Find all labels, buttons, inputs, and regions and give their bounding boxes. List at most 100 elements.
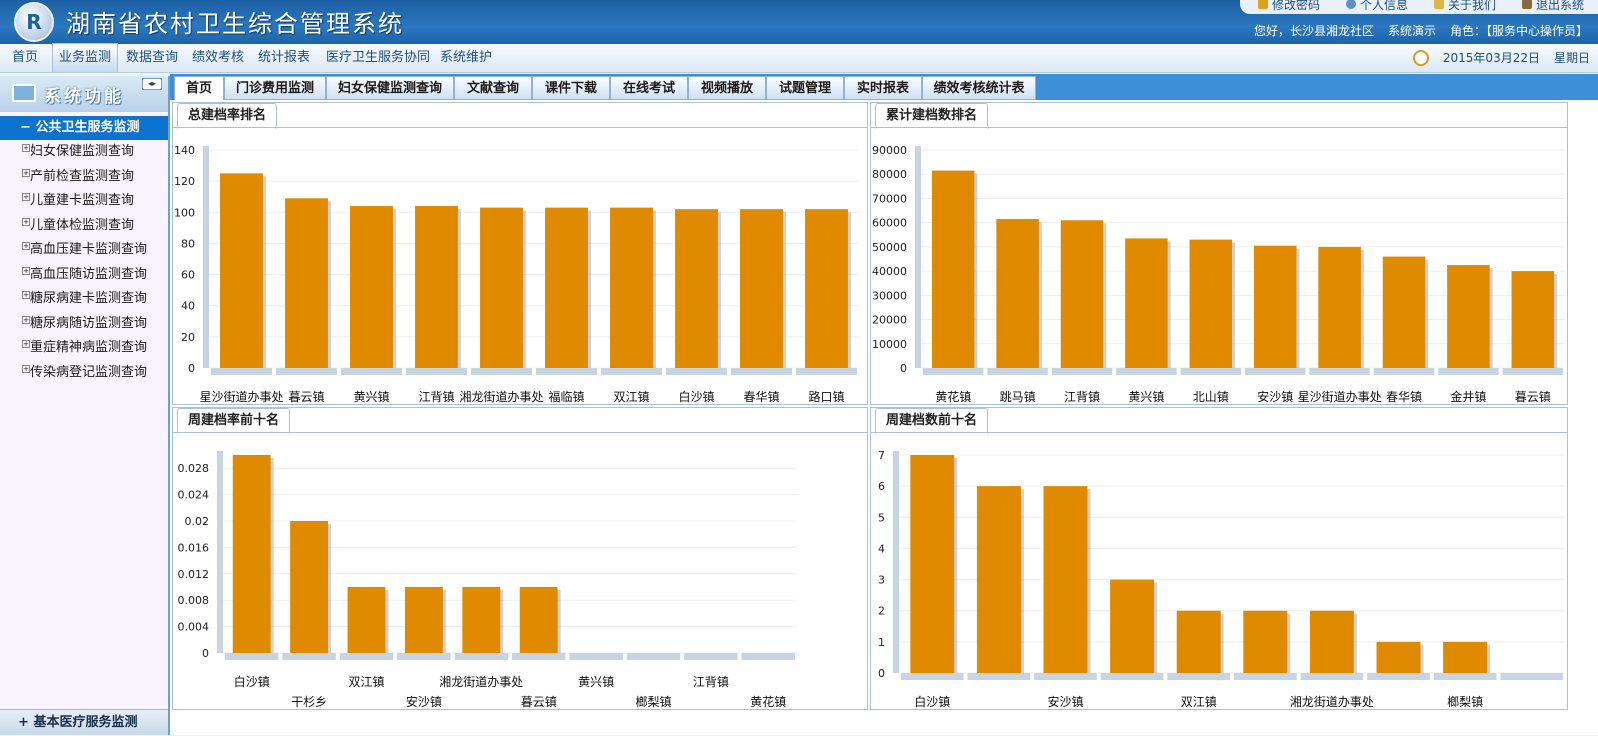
expand-icon: + [22, 364, 30, 373]
logout-link[interactable]: 退出系统 [1521, 0, 1584, 13]
sidebar-item[interactable]: + 产前检查监测查询 [0, 165, 168, 190]
tab-video[interactable]: 视频播放 [688, 76, 766, 100]
sidebar-item[interactable]: + 高血压随访监测查询 [0, 263, 168, 288]
x-axis-floor [987, 368, 1048, 375]
collapse-toggle-icon[interactable]: ◂▸ [142, 78, 162, 90]
bar [415, 206, 458, 368]
system-mode: 系统演示 [1387, 24, 1436, 38]
y-tick-label: 0.02 [185, 515, 210, 528]
sidebar: 系统功能 ◂▸ − 公共卫生服务监测 + 妇女保健监测查询 + 产前检查监测查询 +… [0, 76, 170, 735]
door-icon [1521, 0, 1532, 9]
about-link[interactable]: 关于我们 [1433, 0, 1496, 13]
x-category-label: 白沙镇 [234, 674, 270, 689]
x-axis-floor [406, 368, 467, 375]
tab-question-mgmt[interactable]: 试题管理 [766, 76, 844, 100]
sidebar-group-basic-medical[interactable]: + 基本医疗服务监测 [0, 709, 168, 735]
bar [910, 455, 955, 673]
x-category-label: 黄兴镇 [578, 675, 614, 689]
x-axis-floor [967, 673, 1031, 680]
x-axis-floor [339, 653, 394, 660]
y-tick-label: 0.008 [178, 594, 210, 607]
expand-icon: + [22, 144, 30, 152]
bar [220, 173, 263, 368]
y-tick-label: 10000 [872, 338, 907, 351]
panel-weekly-count: 周建档数前十名 01234567白沙镇干杉乡安沙镇暮云镇双江镇跳马镇湘龙街道办事… [870, 407, 1568, 710]
nav-medical-collab[interactable]: 医疗卫生服务协同 [320, 44, 436, 72]
y-tick-label: 7 [878, 449, 885, 462]
y-tick-label: 120 [174, 175, 195, 188]
x-category-label: 湘龙街道办事处 [459, 389, 543, 404]
app-title: 湖南省农村卫生综合管理系统 [66, 10, 404, 38]
x-category-label: 双江镇 [348, 675, 384, 689]
x-axis-floor [901, 673, 964, 680]
bar [1447, 265, 1490, 368]
x-category-label: 安沙镇 [1257, 389, 1293, 404]
sidebar-group-public-health[interactable]: − 公共卫生服务监测 [0, 116, 168, 140]
sidebar-item[interactable]: + 妇女保健监测查询 [0, 140, 168, 165]
nav-data-query[interactable]: 数据查询 [120, 44, 184, 72]
sidebar-item[interactable]: + 糖尿病建卡监测查询 [0, 287, 168, 312]
x-axis-floor [536, 368, 597, 375]
x-category-label: 春华镇 [1386, 390, 1422, 404]
nav-business-monitor[interactable]: 业务监测 [52, 43, 119, 72]
tab-performance-stats[interactable]: 绩效考核统计表 [922, 76, 1036, 100]
panel-total-rate: 总建档率排名 0 20 40 60 80 100 120 140 星沙街道办事处 暮云镇 黄兴镇 江背… [172, 102, 868, 405]
nav-home[interactable]: 首页 [6, 44, 44, 72]
sidebar-item-label: 高血压随访监测查询 [30, 266, 148, 282]
tab-home[interactable]: 首页 [174, 76, 224, 100]
tab-online-exam[interactable]: 在线考试 [610, 76, 688, 100]
x-axis-floor [1116, 368, 1177, 375]
bar [1376, 641, 1421, 673]
x-axis-floor [454, 653, 508, 660]
tab-literature[interactable]: 文献查询 [454, 76, 532, 100]
sidebar-item[interactable]: + 高血压建卡监测查询 [0, 238, 168, 263]
tab-realtime-report[interactable]: 实时报表 [844, 76, 922, 100]
sidebar-header: 系统功能 ◂▸ [0, 76, 168, 112]
profile-link[interactable]: 个人信息 [1345, 0, 1408, 13]
sidebar-item[interactable]: + 儿童建卡监测查询 [0, 189, 168, 214]
x-axis-floor [1300, 673, 1364, 680]
change-password-label: 修改密码 [1271, 0, 1320, 12]
plus-icon: + [18, 715, 29, 730]
bar [1043, 486, 1088, 673]
x-category-label: 福临镇 [548, 389, 584, 404]
y-tick-label: 60 [181, 269, 195, 282]
x-category-label: 榔梨镇 [635, 695, 671, 709]
tab-courseware[interactable]: 课件下载 [532, 76, 610, 100]
y-tick-label: 80 [181, 237, 195, 250]
sidebar-item-label: 糖尿病随访监测查询 [30, 315, 148, 331]
bar [290, 521, 329, 653]
user-icon [1345, 0, 1356, 9]
sidebar-item[interactable]: + 传染病登记监测查询 [0, 361, 168, 386]
minus-icon: − [20, 120, 31, 135]
tab-outpatient-cost[interactable]: 门诊费用监测 [224, 76, 326, 100]
bar [545, 207, 588, 368]
bar [1243, 610, 1288, 673]
bar [1110, 579, 1155, 673]
bar [462, 587, 501, 653]
tab-women-health[interactable]: 妇女保健监测查询 [326, 76, 454, 100]
expand-icon: + [22, 242, 30, 250]
sidebar-item[interactable]: + 糖尿病随访监测查询 [0, 312, 168, 337]
panel-cumulative-count: 累计建档数排名 0 10000 20000 30000 40000 50000 60000 7… [870, 102, 1568, 405]
y-tick-label: 3 [878, 574, 885, 587]
x-axis-floor [512, 653, 566, 660]
change-password-link[interactable]: 修改密码 [1257, 0, 1320, 13]
info-icon [1433, 0, 1444, 9]
nav-performance[interactable]: 绩效考核 [186, 44, 250, 72]
x-category-label: 白沙镇 [914, 694, 950, 709]
x-axis-floor [1034, 673, 1097, 680]
nav-reports[interactable]: 统计报表 [252, 44, 316, 72]
sidebar-item-label: 传染病登记监测查询 [30, 364, 148, 380]
sidebar-item[interactable]: + 重症精神病监测查询 [0, 336, 168, 361]
x-axis-floor [1433, 673, 1497, 680]
y-tick-label: 0 [188, 362, 195, 375]
y-tick-label: 0.016 [178, 541, 210, 554]
x-category-label: 湘龙街道办事处 [439, 674, 523, 689]
x-category-label: 星沙街道办事处 [1298, 389, 1382, 404]
x-category-label: 跳马镇 [1000, 390, 1036, 404]
sidebar-item[interactable]: + 儿童体检监测查询 [0, 214, 168, 239]
x-category-label: 安沙镇 [1047, 694, 1083, 709]
nav-system-maintenance[interactable]: 系统维护 [434, 44, 498, 72]
x-axis-floor [666, 368, 727, 375]
